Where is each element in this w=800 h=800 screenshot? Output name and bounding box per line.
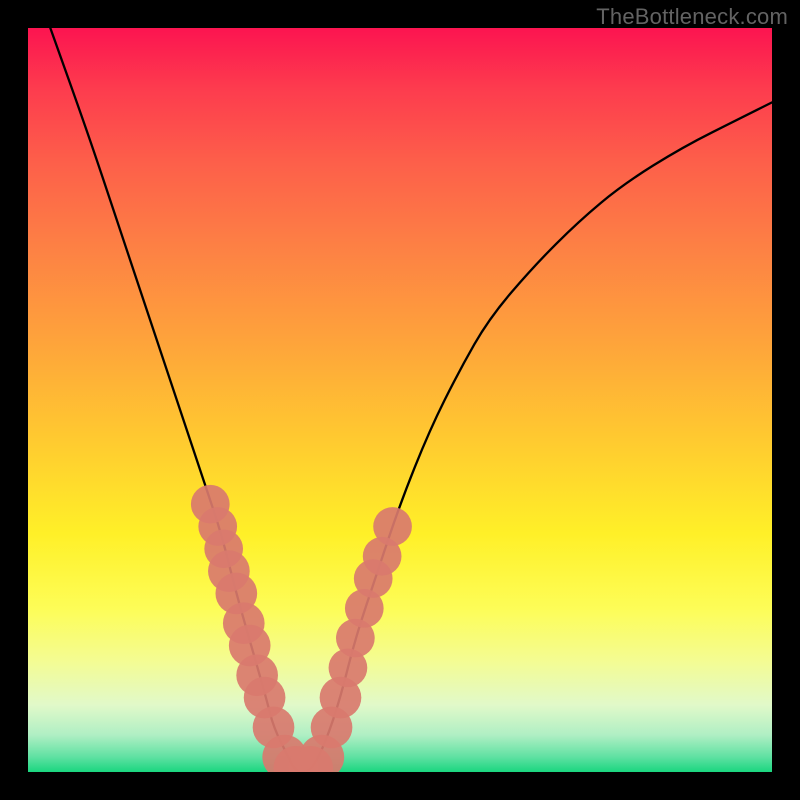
- chart-frame: TheBottleneck.com: [0, 0, 800, 800]
- chart-svg: [28, 28, 772, 772]
- curve-group: [50, 28, 772, 772]
- dots-group: [191, 485, 412, 772]
- bottleneck-curve-path: [50, 28, 772, 772]
- marker-dot: [373, 507, 412, 546]
- watermark-text: TheBottleneck.com: [596, 4, 788, 30]
- plot-area: [28, 28, 772, 772]
